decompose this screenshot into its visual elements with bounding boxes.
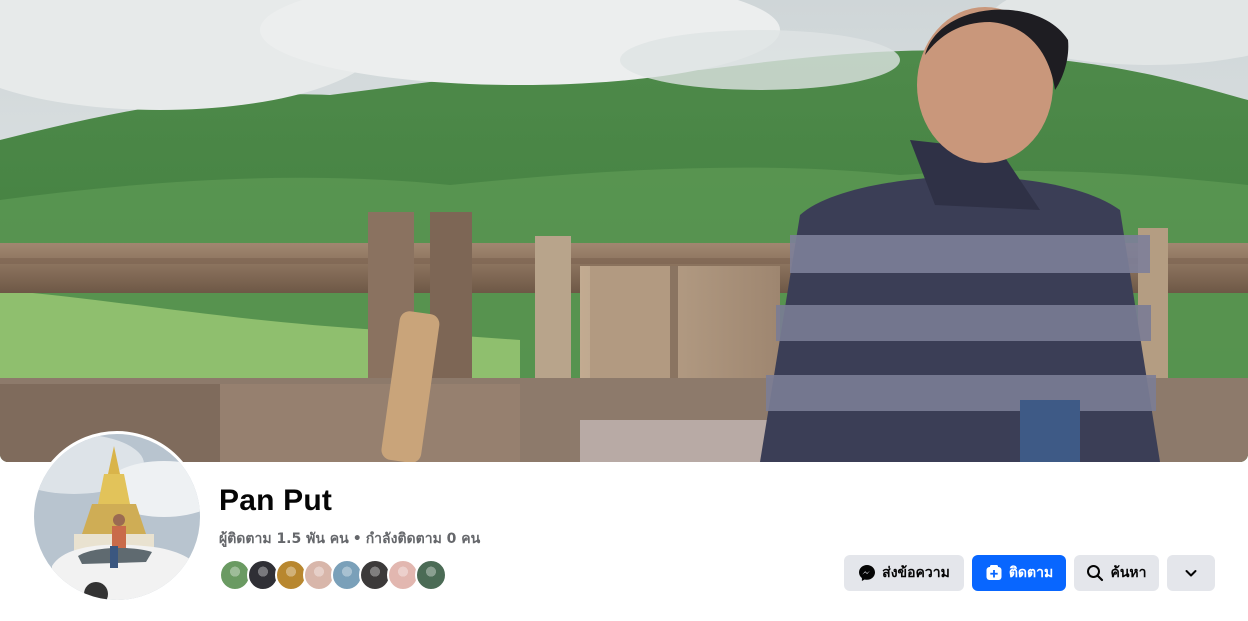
profile-stats: ผู้ติดตาม 1.5 พัน คน • กำลังติดตาม 0 คน [219, 528, 480, 550]
messenger-icon [858, 564, 876, 582]
followers-count[interactable]: ผู้ติดตาม 1.5 พัน คน [219, 531, 349, 547]
profile-avatar-image [34, 434, 200, 600]
profile-avatar[interactable] [31, 431, 203, 603]
cover-photo-image [0, 0, 1248, 462]
follow-button[interactable]: ติดตาม [972, 555, 1066, 591]
search-icon [1086, 564, 1104, 582]
more-options-button[interactable] [1167, 555, 1215, 591]
search-button-label: ค้นหา [1110, 565, 1147, 581]
stats-separator: • [352, 531, 362, 547]
chevron-down-icon [1183, 565, 1199, 581]
follow-plus-icon [985, 564, 1003, 582]
follower-avatar[interactable] [415, 559, 447, 591]
follow-button-label: ติดตาม [1008, 565, 1054, 581]
following-count[interactable]: กำลังติดตาม 0 คน [366, 531, 481, 547]
message-button-label: ส่งข้อความ [882, 565, 950, 581]
search-button[interactable]: ค้นหา [1074, 555, 1159, 591]
follower-avatars [219, 559, 447, 591]
message-button[interactable]: ส่งข้อความ [844, 555, 964, 591]
profile-name: Pan Put [219, 484, 333, 517]
cover-photo[interactable] [0, 0, 1248, 462]
